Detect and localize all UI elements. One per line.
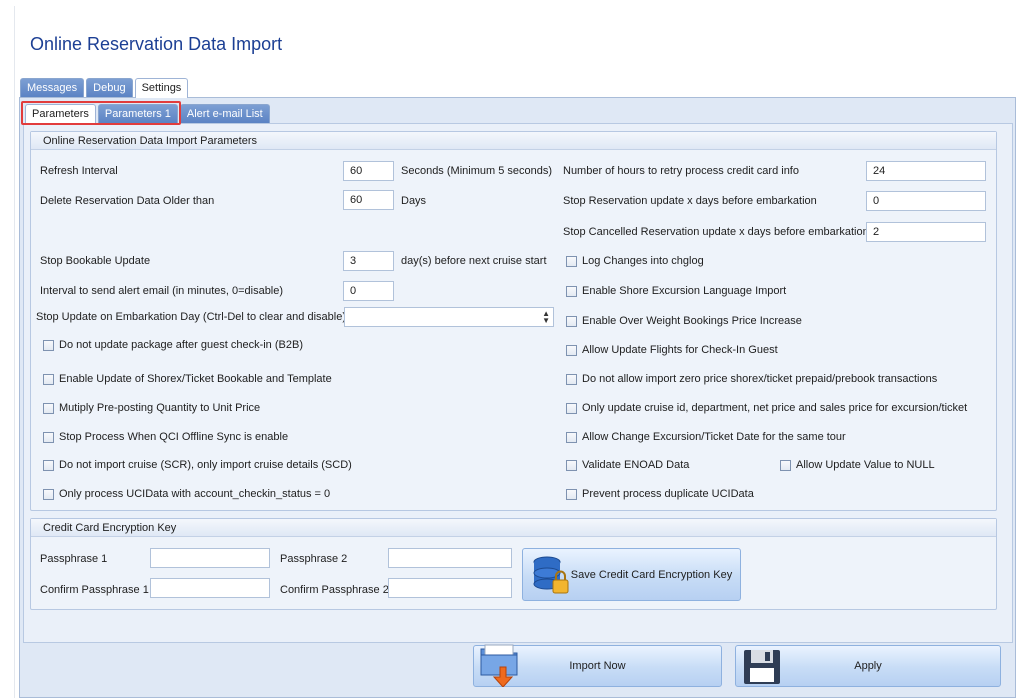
checkbox-box[interactable]: [43, 339, 54, 351]
checkbox-shore-excursion-language[interactable]: Enable Shore Excursion Language Import: [566, 285, 786, 297]
checkbox-prevent-duplicate[interactable]: Prevent process duplicate UCIData: [566, 488, 754, 500]
checkbox-box[interactable]: [566, 402, 577, 414]
checkbox-allow-null[interactable]: Allow Update Value to NULL: [780, 459, 935, 471]
checkbox-no-import-cruise[interactable]: Do not import cruise (SCR), only import …: [43, 459, 352, 471]
checkbox-box[interactable]: [566, 373, 577, 385]
tab-parameters-1[interactable]: Parameters 1: [97, 104, 178, 123]
checkbox-label: Do not update package after guest check-…: [59, 339, 303, 351]
stop-bookable-input[interactable]: 3: [343, 251, 394, 271]
checkbox-change-excursion-date[interactable]: Allow Change Excursion/Ticket Date for t…: [566, 431, 846, 443]
checkbox-box[interactable]: [43, 402, 54, 414]
alert-interval-input[interactable]: 0: [343, 281, 394, 301]
tab-alert-email-list[interactable]: Alert e-mail List: [179, 104, 270, 123]
checkbox-label: Enable Over Weight Bookings Price Increa…: [582, 315, 802, 327]
tab-settings[interactable]: Settings: [134, 78, 189, 98]
checkbox-label: Only update cruise id, department, net p…: [582, 402, 968, 414]
checkbox-box[interactable]: [566, 344, 577, 356]
checkbox-label: Prevent process duplicate UCIData: [582, 488, 754, 500]
stop-embark-label: Stop Update on Embarkation Day (Ctrl-Del…: [36, 311, 346, 323]
passphrase2-label: Passphrase 2: [280, 553, 348, 565]
checkbox-box[interactable]: [780, 459, 791, 471]
delete-older-suffix: Days: [401, 195, 427, 207]
checkbox-box[interactable]: [566, 285, 577, 297]
stop-embark-datepicker[interactable]: ▲ ▼: [344, 307, 554, 327]
checkbox-label: Allow Update Value to NULL: [796, 459, 935, 471]
delete-older-label: Delete Reservation Data Older than: [40, 195, 215, 207]
apply-button[interactable]: Apply: [735, 645, 1001, 687]
checkbox-label: Only process UCIData with account_checki…: [59, 488, 331, 500]
checkbox-update-flights[interactable]: Allow Update Flights for Check-In Guest: [566, 344, 778, 356]
spin-updown-icon[interactable]: ▲ ▼: [542, 310, 550, 325]
checkbox-validate-enoad[interactable]: Validate ENOAD Data: [566, 459, 689, 471]
floppy-disk-icon: [744, 650, 780, 684]
checkbox-box[interactable]: [43, 373, 54, 385]
tab-debug[interactable]: Debug: [86, 78, 133, 97]
checkbox-no-zero-price[interactable]: Do not allow import zero price shorex/ti…: [566, 373, 937, 385]
passphrase1-label: Passphrase 1: [40, 553, 108, 565]
checkbox-box[interactable]: [43, 488, 54, 500]
checkbox-label: Stop Process When QCI Offline Sync is en…: [59, 431, 289, 443]
stop-reservation-input[interactable]: 0: [866, 191, 986, 211]
window-title: Online Reservation Data Import: [30, 34, 283, 54]
checkbox-box[interactable]: [566, 315, 577, 327]
checkbox-label: Allow Change Excursion/Ticket Date for t…: [582, 431, 846, 443]
checkbox-only-update-cruise-id[interactable]: Only update cruise id, department, net p…: [566, 402, 967, 414]
checkbox-label: Do not allow import zero price shorex/ti…: [582, 373, 938, 385]
confirm-passphrase2-input[interactable]: [388, 578, 512, 598]
refresh-interval-label: Refresh Interval: [40, 165, 118, 177]
inner-tab-bar: Parameters Parameters 1 Alert e-mail Lis…: [25, 104, 270, 123]
checkbox-label: Enable Update of Shorex/Ticket Bookable …: [59, 373, 332, 385]
delete-older-input[interactable]: 60: [343, 190, 394, 210]
checkbox-label: Validate ENOAD Data: [582, 459, 690, 471]
checkbox-box[interactable]: [566, 488, 577, 500]
checkbox-box[interactable]: [43, 431, 54, 443]
stop-cancelled-label: Stop Cancelled Reservation update x days…: [563, 226, 869, 238]
stop-cancelled-input[interactable]: 2: [866, 222, 986, 242]
checkbox-stop-qci-sync[interactable]: Stop Process When QCI Offline Sync is en…: [43, 431, 288, 443]
passphrase1-input[interactable]: [150, 548, 270, 568]
checkbox-box[interactable]: [566, 255, 577, 267]
confirm-passphrase1-label: Confirm Passphrase 1: [40, 584, 149, 596]
stop-reservation-label: Stop Reservation update x days before em…: [563, 195, 817, 207]
import-parameters-header: Online Reservation Data Import Parameter…: [31, 132, 996, 150]
checkbox-enable-shorex-bookable[interactable]: Enable Update of Shorex/Ticket Bookable …: [43, 373, 332, 385]
retry-cc-input[interactable]: 24: [866, 161, 986, 181]
stop-bookable-suffix: day(s) before next cruise start: [401, 255, 547, 267]
confirm-passphrase1-input[interactable]: [150, 578, 270, 598]
tab-messages[interactable]: Messages: [20, 78, 85, 97]
alert-interval-label: Interval to send alert email (in minutes…: [40, 285, 284, 297]
refresh-interval-suffix: Seconds (Minimum 5 seconds): [401, 165, 553, 177]
checkbox-label: Enable Shore Excursion Language Import: [582, 285, 787, 297]
checkbox-label: Allow Update Flights for Check-In Guest: [582, 344, 778, 356]
checkbox-label: Do not import cruise (SCR), only import …: [59, 459, 352, 471]
checkbox-no-update-package[interactable]: Do not update package after guest check-…: [43, 339, 303, 351]
checkbox-label: Log Changes into chglog: [582, 255, 704, 267]
cc-encryption-header: Credit Card Encryption Key: [31, 519, 996, 537]
stop-bookable-label: Stop Bookable Update: [40, 255, 151, 267]
folder-import-icon: [480, 644, 518, 687]
retry-cc-label: Number of hours to retry process credit …: [563, 165, 799, 177]
passphrase2-input[interactable]: [388, 548, 512, 568]
import-now-button[interactable]: Import Now: [473, 644, 722, 687]
tab-parameters[interactable]: Parameters: [25, 104, 96, 123]
checkbox-log-changes[interactable]: Log Changes into chglog: [566, 255, 704, 267]
checkbox-box[interactable]: [566, 431, 577, 443]
checkbox-box[interactable]: [43, 459, 54, 471]
save-cc-key-button[interactable]: Save Credit Card Encryption Key: [522, 548, 741, 601]
refresh-interval-input[interactable]: 60: [343, 161, 394, 181]
checkbox-box[interactable]: [566, 459, 577, 471]
confirm-passphrase2-label: Confirm Passphrase 2: [280, 584, 389, 596]
checkbox-multiply-preposting[interactable]: Mutiply Pre-posting Quantity to Unit Pri…: [43, 402, 260, 414]
checkbox-only-process-ucidata[interactable]: Only process UCIData with account_checki…: [43, 488, 330, 500]
checkbox-label: Mutiply Pre-posting Quantity to Unit Pri…: [59, 402, 261, 414]
outer-tab-bar: Messages Debug Settings: [20, 78, 189, 98]
checkbox-over-weight-price[interactable]: Enable Over Weight Bookings Price Increa…: [566, 315, 802, 327]
database-lock-icon: [533, 556, 569, 594]
